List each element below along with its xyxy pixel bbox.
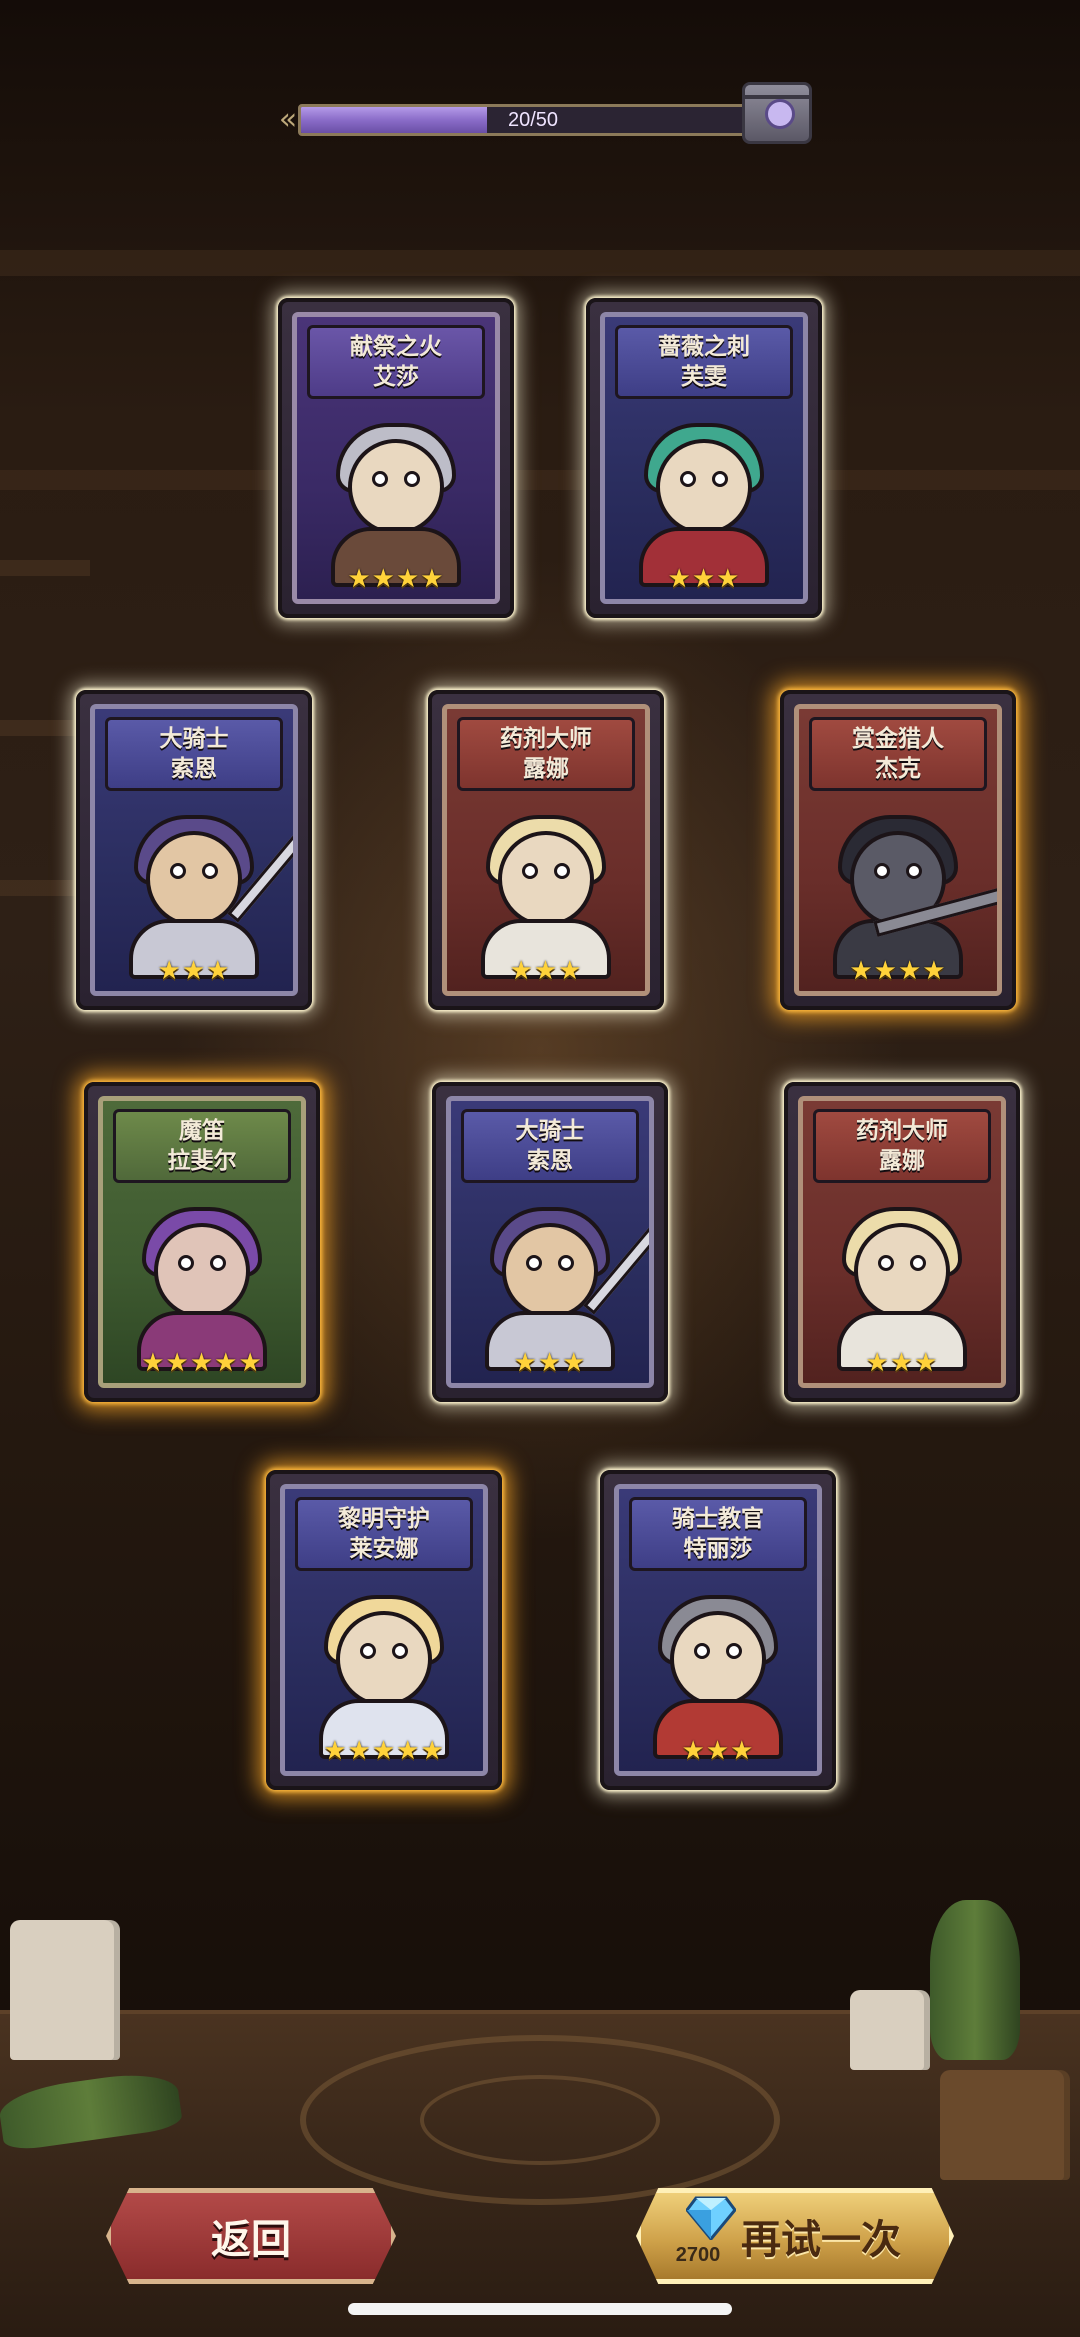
hero-name: 露娜 [523,756,569,782]
star-rating: ★★★★★ [323,1736,445,1766]
hero-card[interactable]: 药剂大师 露娜 ★★★ [784,1082,1020,1402]
hero-card[interactable]: 蔷薇之刺 芙雯 ★★★ [586,298,822,618]
hero-card[interactable]: 大骑士 索恩 ★★★ [76,690,312,1010]
progress-track: 20/50 [298,104,768,136]
table-rune-carving [420,2075,660,2165]
hero-card[interactable]: 魔笛 拉斐尔 ★★★★★ [84,1082,320,1402]
hero-title: 蔷薇之刺 [658,334,750,360]
retry-button[interactable]: 再试一次 [636,2188,954,2284]
barrel-decoration [940,2070,1070,2180]
hero-name-banner: 药剂大师 露娜 [813,1109,991,1183]
star-rating: ★★★★ [849,956,947,986]
hero-name-banner: 蔷薇之刺 芙雯 [615,325,793,399]
hero-title: 大骑士 [515,1118,585,1144]
hero-name: 拉斐尔 [167,1148,237,1174]
hero-name-banner: 赏金猎人 杰克 [809,717,987,791]
star-rating: ★★★ [509,956,583,986]
hero-name-banner: 献祭之火 艾莎 [307,325,485,399]
summon-progress-bar: « 20/50 [268,82,816,144]
hero-portrait [819,1193,985,1371]
hero-name: 莱安娜 [349,1536,419,1562]
hero-portrait [301,1581,467,1759]
hero-name-banner: 骑士教官 特丽莎 [629,1497,807,1571]
hero-title: 魔笛 [179,1118,225,1144]
card-frame: 献祭之火 艾莎 ★★★★ [292,312,500,604]
hero-portrait [467,1193,649,1371]
star-rating: ★★★ [513,1348,587,1378]
ceiling-beam [0,250,1080,276]
ceiling-beam [0,470,1080,490]
hero-portrait [621,409,787,587]
hero-name-banner: 大骑士 索恩 [105,717,283,791]
star-rating: ★★★ [157,956,231,986]
hero-title: 骑士教官 [672,1506,764,1532]
wall-shelf [0,560,90,576]
candle-decoration [850,1990,930,2070]
diamond-icon [685,2196,737,2242]
hero-portrait [119,1193,285,1371]
hero-name: 索恩 [527,1148,573,1174]
hero-name-banner: 药剂大师 露娜 [457,717,635,791]
bottle-decoration [930,1900,1020,2060]
reward-chest-icon[interactable] [742,82,812,144]
hero-portrait [815,801,997,979]
star-rating: ★★★ [667,564,741,594]
hero-card[interactable]: 黎明守护 莱安娜 ★★★★★ [266,1470,502,1790]
star-rating: ★★★ [681,1736,755,1766]
hero-name: 芙雯 [681,364,727,390]
retry-button-label: 再试一次 [741,2217,901,2263]
hero-portrait [463,801,629,979]
retry-cost: 2700 [675,2244,721,2266]
card-frame: 骑士教官 特丽莎 ★★★ [614,1484,822,1776]
hero-name: 露娜 [879,1148,925,1174]
card-frame: 大骑士 索恩 ★★★ [90,704,298,996]
hero-title: 黎明守护 [338,1506,430,1532]
home-indicator[interactable] [348,2303,732,2315]
progress-text: 20/50 [507,109,559,131]
hero-title: 大骑士 [159,726,229,752]
hero-portrait [111,801,293,979]
star-rating: ★★★★ [347,564,445,594]
star-rating: ★★★★★ [141,1348,263,1378]
candle-decoration [10,1920,120,2060]
card-frame: 赏金猎人 杰克 ★★★★ [794,704,1002,996]
hero-name: 杰克 [875,756,921,782]
card-frame: 大骑士 索恩 ★★★ [446,1096,654,1388]
hero-card[interactable]: 骑士教官 特丽莎 ★★★ [600,1470,836,1790]
hero-name-banner: 魔笛 拉斐尔 [113,1109,291,1183]
card-frame: 药剂大师 露娜 ★★★ [798,1096,1006,1388]
hero-card[interactable]: 药剂大师 露娜 ★★★ [428,690,664,1010]
draw-result-screen: « 20/50 献祭之火 艾莎 ★★★★ 蔷薇之刺 芙雯 ★★★ 大骑士 索恩 … [0,0,1080,2337]
hero-name-banner: 大骑士 索恩 [461,1109,639,1183]
card-frame: 魔笛 拉斐尔 ★★★★★ [98,1096,306,1388]
hero-name: 索恩 [171,756,217,782]
hero-title: 药剂大师 [856,1118,948,1144]
card-frame: 药剂大师 露娜 ★★★ [442,704,650,996]
hero-card[interactable]: 大骑士 索恩 ★★★ [432,1082,668,1402]
hero-title: 献祭之火 [350,334,442,360]
hero-portrait [635,1581,801,1759]
hero-name: 艾莎 [373,364,419,390]
hero-name-banner: 黎明守护 莱安娜 [295,1497,473,1571]
hero-card[interactable]: 献祭之火 艾莎 ★★★★ [278,298,514,618]
star-rating: ★★★ [865,1348,939,1378]
hero-portrait [313,409,479,587]
back-button-label: 返回 [211,2217,291,2263]
hero-card[interactable]: 赏金猎人 杰克 ★★★★ [780,690,1016,1010]
card-frame: 蔷薇之刺 芙雯 ★★★ [600,312,808,604]
card-frame: 黎明守护 莱安娜 ★★★★★ [280,1484,488,1776]
back-button[interactable]: 返回 [106,2188,396,2284]
hero-name: 特丽莎 [683,1536,753,1562]
hero-title: 赏金猎人 [852,726,944,752]
hero-title: 药剂大师 [500,726,592,752]
